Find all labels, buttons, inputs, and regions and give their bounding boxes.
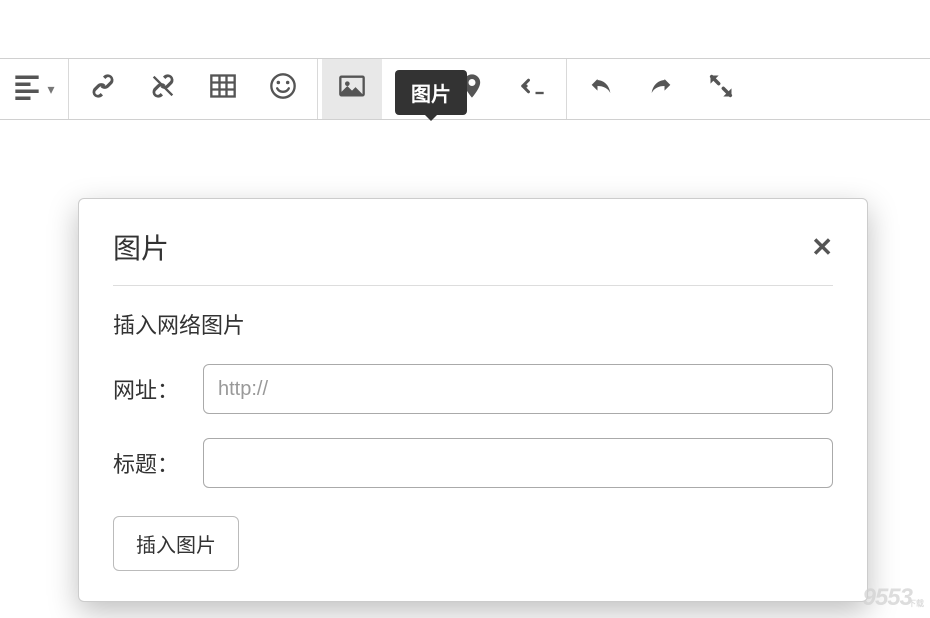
url-label: 网址： xyxy=(113,373,203,405)
smile-icon xyxy=(269,72,297,107)
image-dialog: 图片 ✕ 插入网络图片 网址： 标题： 插入图片 xyxy=(78,198,868,602)
tooltip-image: 图片 xyxy=(395,70,467,115)
title-label: 标题： xyxy=(113,447,203,479)
code-button[interactable] xyxy=(502,59,562,119)
title-input[interactable] xyxy=(203,438,833,488)
section-label: 插入网络图片 xyxy=(113,308,833,340)
undo-button[interactable] xyxy=(571,59,631,119)
watermark-sub: 下载 xyxy=(908,598,924,609)
redo-button[interactable] xyxy=(631,59,691,119)
dialog-title: 图片 xyxy=(113,227,169,267)
emoji-button[interactable] xyxy=(253,59,313,119)
separator xyxy=(317,59,318,119)
url-input[interactable] xyxy=(203,364,833,414)
code-icon xyxy=(518,72,546,107)
separator xyxy=(68,59,69,119)
image-button[interactable] xyxy=(322,59,382,119)
table-icon xyxy=(209,72,237,107)
redo-icon xyxy=(647,72,675,107)
close-icon: ✕ xyxy=(811,232,833,262)
title-row: 标题： xyxy=(113,438,833,488)
unlink-icon xyxy=(149,72,177,107)
fullscreen-button[interactable] xyxy=(691,59,751,119)
link-icon xyxy=(89,72,117,107)
chevron-down-icon: ▾ xyxy=(47,81,54,98)
undo-icon xyxy=(587,72,615,107)
image-icon xyxy=(338,72,366,107)
fullscreen-icon xyxy=(707,72,735,107)
dialog-header: 图片 ✕ xyxy=(113,227,833,286)
close-button[interactable]: ✕ xyxy=(811,232,833,263)
align-left-icon xyxy=(13,72,41,107)
table-button[interactable] xyxy=(193,59,253,119)
url-row: 网址： xyxy=(113,364,833,414)
link-button[interactable] xyxy=(73,59,133,119)
align-dropdown[interactable]: ▾ xyxy=(4,59,64,119)
unlink-button[interactable] xyxy=(133,59,193,119)
watermark: 9553下载 xyxy=(863,584,924,612)
insert-image-button[interactable]: 插入图片 xyxy=(113,516,239,571)
separator xyxy=(566,59,567,119)
watermark-main: 9553 xyxy=(863,584,912,611)
dialog-body: 插入网络图片 网址： 标题： 插入图片 xyxy=(113,286,833,571)
